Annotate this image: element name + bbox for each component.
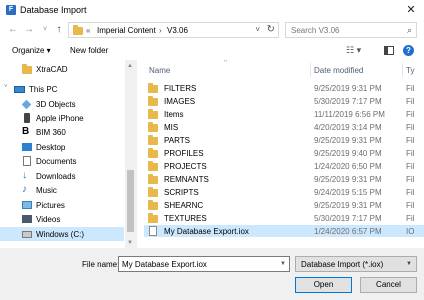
table-row[interactable]: FILTERS 9/25/2019 9:31 PM Fil (144, 82, 424, 94)
column-header-date[interactable]: Date modified (314, 66, 363, 75)
file-name-label: File name: (82, 260, 120, 269)
nav-item-apple-iphone[interactable]: Apple iPhone (0, 111, 124, 125)
folder-icon (148, 174, 158, 184)
column-separator[interactable] (310, 63, 311, 77)
nav-scrollbar[interactable]: ▲ ▼ (125, 60, 136, 248)
scroll-down-icon[interactable]: ▼ (127, 240, 133, 246)
folder-icon (148, 161, 158, 171)
expand-chevron-icon[interactable]: ˅ (4, 84, 14, 93)
column-separator[interactable] (402, 63, 403, 77)
nav-item-music[interactable]: ♪ Music (0, 183, 124, 197)
music-icon: ♪ (22, 184, 27, 195)
sort-ascending-icon: ^ (224, 60, 228, 66)
nav-item-xtracad[interactable]: XtraCAD (0, 62, 124, 76)
table-row[interactable]: PROFILES 9/25/2019 9:40 PM Fil (144, 147, 424, 159)
scroll-up-icon[interactable]: ▲ (127, 63, 133, 69)
table-row[interactable]: SCRIPTS 9/24/2019 5:15 PM Fil (144, 186, 424, 198)
folder-icon (148, 109, 158, 119)
address-row: ← → ˅ ↑ « Imperial Content › V3.06 ˅ ↻ S… (0, 20, 424, 42)
address-bar[interactable]: « Imperial Content › V3.06 ˅ ↻ (68, 22, 279, 38)
breadcrumb-imperial-content[interactable]: Imperial Content (97, 26, 156, 35)
breadcrumb-overflow-icon[interactable]: « (86, 26, 90, 35)
table-row[interactable]: REMNANTS 9/25/2019 9:31 PM Fil (144, 173, 424, 185)
3d-objects-icon (21, 99, 32, 110)
folder-icon (22, 64, 32, 74)
bim360-icon: B (22, 126, 30, 137)
videos-icon (22, 215, 32, 223)
change-view-icon[interactable]: ☷ ▾ (346, 45, 361, 56)
breadcrumb-separator-icon: › (159, 26, 162, 35)
nav-item-3d-objects[interactable]: 3D Objects (0, 97, 124, 111)
column-header-type[interactable]: Ty (406, 66, 414, 75)
nav-item-bim-360[interactable]: B BIM 360 (0, 125, 124, 139)
table-row[interactable]: PROJECTS 1/24/2020 6:50 PM Fil (144, 160, 424, 172)
back-arrow-icon[interactable]: ← (6, 23, 20, 37)
table-row[interactable]: PARTS 9/25/2019 9:31 PM Fil (144, 134, 424, 146)
computer-icon (14, 86, 25, 93)
cancel-button[interactable]: Cancel (360, 277, 417, 293)
folder-icon (148, 135, 158, 145)
folder-icon (148, 122, 158, 132)
folder-icon (148, 148, 158, 158)
window-title: Database Import (20, 5, 87, 15)
title-bar: F Database Import ✕ (0, 0, 424, 20)
app-icon: F (6, 5, 16, 15)
nav-item-videos[interactable]: Videos (0, 212, 124, 226)
desktop-icon (22, 143, 32, 151)
address-dropdown-icon[interactable]: ˅ (255, 25, 260, 34)
document-icon (149, 226, 157, 236)
command-toolbar: Organize ▾ New folder ☷ ▾ ? (0, 42, 424, 60)
nav-item-desktop[interactable]: Desktop (0, 140, 124, 154)
documents-icon (23, 156, 31, 166)
search-placeholder: Search V3.06 (291, 26, 340, 35)
organize-button[interactable]: Organize ▾ (12, 46, 51, 55)
nav-item-downloads[interactable]: ↓ Downloads (0, 169, 124, 183)
table-row[interactable]: TEXTURES 5/30/2019 7:17 PM Fil (144, 212, 424, 224)
table-row[interactable]: My Database Export.iox 1/24/2020 6:57 PM I… (144, 225, 424, 237)
open-button[interactable]: Open (295, 277, 352, 293)
folder-icon (73, 25, 83, 35)
navigation-pane: XtraCAD ˅ This PC 3D Objects Apple iPhon… (0, 60, 137, 248)
nav-item-this-pc[interactable]: ˅ This PC (0, 82, 124, 96)
nav-item-windows-c[interactable]: Windows (C:) (0, 227, 124, 241)
nav-scroll-thumb[interactable] (127, 170, 134, 232)
drive-icon (22, 231, 32, 238)
folder-icon (148, 213, 158, 223)
folder-icon (148, 83, 158, 93)
file-type-select[interactable]: Database Import (*.iox) ▼ (295, 256, 417, 272)
nav-item-pictures[interactable]: Pictures (0, 198, 124, 212)
preview-pane-icon[interactable] (384, 46, 394, 55)
search-input[interactable]: Search V3.06 ⌕ (285, 22, 417, 38)
phone-icon (24, 113, 30, 123)
up-arrow-icon[interactable]: ↑ (52, 23, 66, 37)
footer-panel: File name: ▼ Database Import (*.iox) ▼ O… (0, 252, 424, 300)
folder-icon (148, 96, 158, 106)
pictures-icon (22, 201, 32, 209)
table-row[interactable]: MIS 4/20/2019 3:14 PM Fil (144, 121, 424, 133)
folder-icon (148, 187, 158, 197)
downloads-icon: ↓ (22, 170, 27, 181)
column-header-name[interactable]: Name (149, 66, 170, 75)
help-icon[interactable]: ? (403, 45, 414, 56)
file-list: Name ^ Date modified Ty FILTERS 9/25/2019… (138, 60, 424, 248)
table-row[interactable]: IMAGES 5/30/2019 7:17 PM Fil (144, 95, 424, 107)
new-folder-button[interactable]: New folder (70, 46, 108, 55)
file-name-dropdown-icon[interactable]: ▼ (280, 261, 286, 267)
table-row[interactable]: SHEARNC 9/25/2019 9:31 PM Fil (144, 199, 424, 211)
file-name-input[interactable] (118, 256, 290, 272)
refresh-icon[interactable]: ↻ (267, 24, 275, 35)
table-row[interactable]: Items 11/11/2019 6:56 PM Fil (144, 108, 424, 120)
folder-icon (148, 200, 158, 210)
breadcrumb-v306[interactable]: V3.06 (167, 26, 188, 35)
close-button[interactable]: ✕ (402, 2, 420, 18)
nav-item-documents[interactable]: Documents (0, 154, 124, 168)
search-icon: ⌕ (406, 25, 412, 35)
recent-locations-chevron-icon[interactable]: ˅ (38, 23, 52, 37)
chevron-down-icon: ▼ (406, 261, 412, 267)
forward-arrow-icon[interactable]: → (22, 23, 36, 37)
